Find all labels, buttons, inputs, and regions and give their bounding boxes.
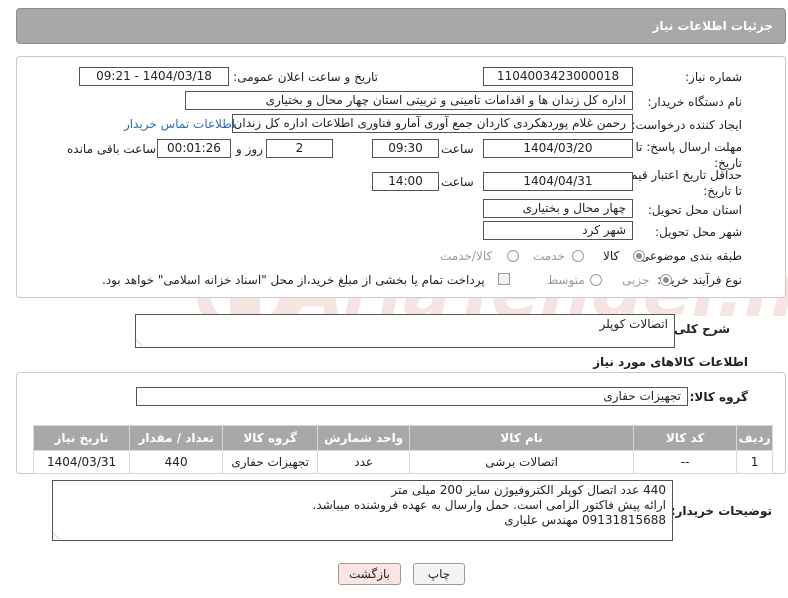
- goods-table-header-row: ردیف کد کالا نام کالا واحد شمارش گروه کا…: [32, 425, 773, 451]
- col-need-date: تاریخ نیاز: [32, 425, 131, 451]
- validity-time-field: 14:00: [372, 172, 439, 191]
- payment-note: پرداخت تمام یا بخشی از مبلغ خرید،از محل …: [102, 273, 485, 287]
- col-unit: واحد شمارش: [317, 425, 411, 451]
- province-label: استان محل تحویل:: [647, 203, 742, 217]
- page-title: جزئیات اطلاعات نیاز: [652, 19, 773, 33]
- col-item-group: گروه کالا: [222, 425, 319, 451]
- buyer-notes-line-3: 09131815688 مهندس علیاری: [504, 513, 666, 527]
- cell-item-code: --: [632, 450, 738, 474]
- description-field: اتصالات کوپلر: [134, 314, 675, 348]
- cell-need-date: 1404/03/31: [32, 450, 131, 474]
- cell-quantity: 440: [129, 450, 224, 474]
- buyer-notes-line-1: 440 عدد اتصال کوپلر الکتروفیوژن سایز 200…: [391, 483, 666, 497]
- resize-handle-icon: [51, 531, 68, 539]
- category-option-goods-service: کالا/خدمت: [440, 249, 493, 263]
- back-button[interactable]: بازگشت: [338, 563, 401, 585]
- announce-label: تاریخ و ساعت اعلان عمومی:: [233, 70, 378, 84]
- col-item-code: کد کالا: [632, 425, 738, 451]
- deadline-time-field: 09:30: [372, 139, 439, 158]
- table-row: 1 -- اتصالات برشی عدد تجهیزات حفاری 440 …: [32, 450, 773, 474]
- buyer-org-label: نام دستگاه خریدار:: [647, 95, 743, 109]
- payment-checkbox[interactable]: [498, 273, 510, 285]
- print-button[interactable]: چاپ: [413, 563, 465, 585]
- days-label: روز و: [236, 142, 263, 156]
- goods-table: ردیف کد کالا نام کالا واحد شمارش گروه کا…: [32, 425, 773, 474]
- goods-group-field: تجهیزات حفاری: [136, 387, 688, 406]
- category-option-service: خدمت: [533, 249, 565, 263]
- buyer-notes-line-2: ارائه پیش فاکتور الزامی است. حمل وارسال …: [312, 498, 666, 512]
- process-radio-minor[interactable]: [660, 274, 672, 286]
- buyer-contact-link[interactable]: اطلاعات تماس خریدار: [124, 117, 235, 131]
- category-option-goods: کالا: [603, 249, 620, 263]
- process-radio-medium[interactable]: [590, 274, 602, 286]
- category-radio-service[interactable]: [572, 250, 584, 262]
- category-label: طبقه بندی موضوعی:: [635, 249, 742, 263]
- creator-label: ایجاد کننده درخواست:: [631, 118, 742, 132]
- deadline-date-field: 1404/03/20: [483, 139, 633, 158]
- validity-date-field: 1404/04/31: [483, 172, 633, 191]
- announce-field: 1404/03/18 - 09:21: [79, 67, 229, 86]
- cell-unit: عدد: [317, 450, 411, 474]
- process-option-medium: متوسط: [547, 273, 585, 287]
- goods-group-label: گروه کالا:: [689, 390, 748, 404]
- col-item-name: نام کالا: [409, 425, 634, 451]
- creator-field: رحمن غلام پوردهکردی کاردان جمع آوری آمار…: [232, 114, 633, 133]
- col-quantity: تعداد / مقدار: [129, 425, 224, 451]
- need-number-label: شماره نیاز:: [685, 70, 742, 84]
- buyer-notes-label: توضیحات خریدار:: [670, 504, 772, 518]
- days-field: 2: [266, 139, 333, 158]
- category-radio-goods-service[interactable]: [507, 250, 519, 262]
- remaining-time-field: 00:01:26: [157, 139, 231, 158]
- resize-handle-icon: [134, 338, 151, 346]
- buyer-notes-field: 440 عدد اتصال کوپلر الکتروفیوژن سایز 200…: [51, 480, 673, 541]
- page-header: جزئیات اطلاعات نیاز: [16, 8, 786, 44]
- city-field: شهر کرد: [483, 221, 633, 240]
- cell-item-name: اتصالات برشی: [409, 450, 634, 474]
- goods-section-title: اطلاعات کالاهای مورد نیاز: [593, 355, 748, 369]
- cell-item-group: تجهیزات حفاری: [222, 450, 319, 474]
- validity-time-label: ساعت: [441, 175, 474, 189]
- process-option-minor: جزیی: [622, 273, 650, 287]
- province-field: چهار محال و بختیاری: [483, 199, 633, 218]
- category-radio-goods[interactable]: [633, 250, 645, 262]
- cell-row-number: 1: [736, 450, 773, 474]
- col-row-number: ردیف: [736, 425, 773, 451]
- buyer-org-field: اداره کل زندان ها و اقدامات تامینی و ترب…: [185, 91, 633, 110]
- deadline-time-label: ساعت: [441, 142, 474, 156]
- city-label: شهر محل تحویل:: [655, 225, 742, 239]
- remaining-time-label: ساعت باقی مانده: [67, 142, 157, 156]
- description-text: اتصالات کوپلر: [599, 317, 668, 331]
- need-number-field: 1104003423000018: [483, 67, 633, 86]
